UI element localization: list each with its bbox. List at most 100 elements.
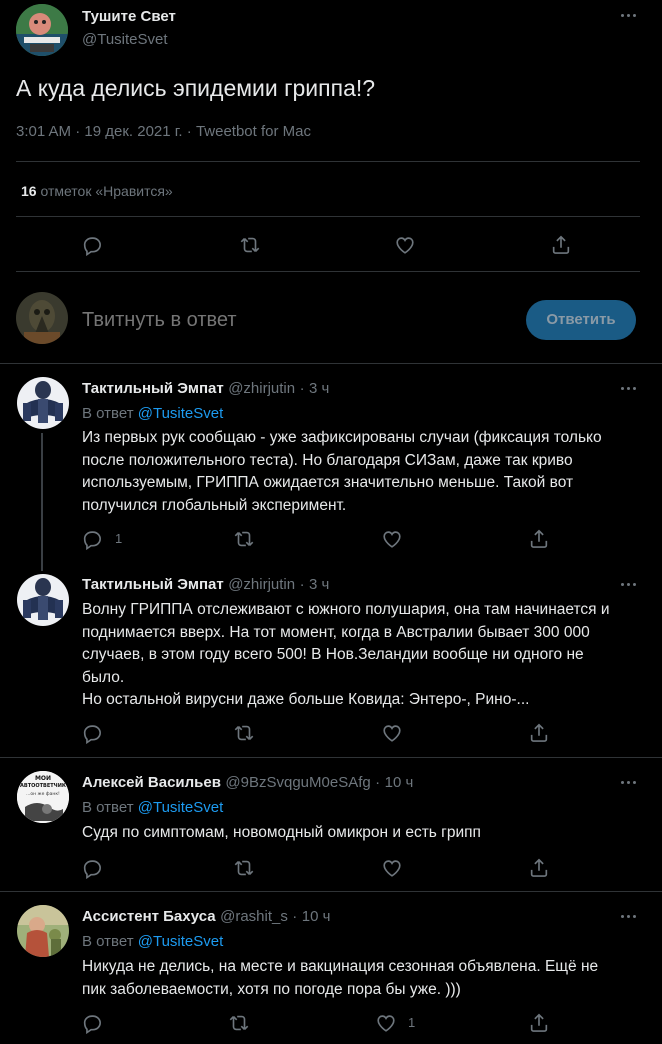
- likes-summary[interactable]: 16 отметок «Нравится»: [21, 183, 173, 199]
- reply-input[interactable]: [82, 303, 502, 337]
- replying-to-handle[interactable]: @TusiteSvet: [138, 405, 224, 422]
- reply-text: Из первых рук сообщаю - уже зафиксирован…: [82, 427, 647, 517]
- reply-icon[interactable]: [81, 857, 103, 879]
- reply-text-line: Волну ГРИППА отслеживают с южного полуша…: [82, 601, 610, 618]
- share-icon[interactable]: [528, 722, 550, 744]
- svg-text:...он же фанк!: ...он же фанк!: [26, 791, 60, 797]
- share-icon[interactable]: [550, 234, 572, 256]
- divider: [0, 363, 662, 364]
- more-icon[interactable]: [618, 909, 642, 925]
- thread-line: [41, 433, 43, 571]
- svg-text:МОИ: МОИ: [35, 775, 51, 782]
- reply-author-name[interactable]: Тактильный Эмпат: [82, 576, 224, 593]
- more-icon[interactable]: [618, 8, 642, 24]
- reply-author-avatar[interactable]: МОИ АВТООТВЕТЧИК ...он же фанк!: [17, 771, 69, 823]
- replying-to-label: В ответ: [82, 933, 134, 950]
- reply-time[interactable]: 3 ч: [309, 576, 329, 593]
- reply-icon[interactable]: [81, 722, 103, 744]
- tweet-meta: 3:01 AM · 19 дек. 2021 г. · Tweetbot for…: [16, 123, 311, 140]
- retweet-icon[interactable]: [233, 857, 255, 879]
- reply-text-line: получился глобальный эксперимент.: [82, 496, 347, 514]
- reply-count: 1: [115, 531, 123, 546]
- reply-text-line: Судя по симптомам, новомодный омикрон и …: [82, 824, 481, 841]
- reply-author-handle[interactable]: @rashit_s: [220, 908, 288, 925]
- like-count: 1: [408, 1015, 416, 1030]
- reply-text: Никуда не делись, на месте и вакцинация …: [82, 956, 647, 1001]
- reply-text-line: после положительного теста). Но благодар…: [82, 451, 573, 469]
- reply-icon[interactable]: [81, 1012, 103, 1034]
- reply-header: Тактильный Эмпат @zhirjutin · 3 ч: [82, 576, 329, 594]
- reply-author-name[interactable]: Ассистент Бахуса: [82, 908, 216, 925]
- reply-text-line: Но остальной вирусни даже больше Ковида:…: [82, 691, 530, 708]
- retweet-icon[interactable]: [233, 528, 255, 550]
- svg-text:АВТООТВЕТЧИК: АВТООТВЕТЧИК: [20, 783, 67, 789]
- tweet-time[interactable]: 3:01 AM: [16, 123, 71, 140]
- current-user-avatar[interactable]: [16, 292, 68, 344]
- reply-icon[interactable]: [81, 234, 103, 256]
- more-icon[interactable]: [618, 775, 642, 791]
- reply-header: Тактильный Эмпат @zhirjutin · 3 ч: [82, 380, 329, 398]
- retweet-icon[interactable]: [228, 1012, 250, 1034]
- divider: [16, 271, 640, 272]
- meta-separator: ·: [299, 576, 305, 593]
- reply-author-name[interactable]: Алексей Васильев: [82, 774, 221, 791]
- replying-to-label: В ответ: [82, 405, 134, 422]
- reply-author-avatar[interactable]: [17, 574, 69, 626]
- divider: [0, 891, 662, 892]
- divider: [0, 757, 662, 758]
- share-icon[interactable]: [528, 528, 550, 550]
- reply-text-line: Из первых рук сообщаю - уже зафиксирован…: [82, 429, 602, 446]
- reply-author-avatar[interactable]: [17, 377, 69, 429]
- meta-separator: ·: [299, 380, 305, 397]
- reply-button[interactable]: Ответить: [526, 300, 636, 340]
- like-icon[interactable]: [381, 857, 403, 879]
- reply-author-handle[interactable]: @9BzSvqguM0eSAfg: [225, 774, 370, 791]
- reply-author-handle[interactable]: @zhirjutin: [228, 576, 295, 593]
- reply-text-line: используемым, ГРИППА ожидается значитель…: [82, 474, 574, 491]
- like-icon[interactable]: [375, 1012, 397, 1034]
- reply-author-avatar[interactable]: [17, 905, 69, 957]
- meta-separator: ·: [375, 774, 381, 791]
- like-icon[interactable]: [381, 528, 403, 550]
- like-icon[interactable]: [381, 722, 403, 744]
- main-author-handle[interactable]: @TusiteSvet: [82, 31, 168, 48]
- retweet-icon[interactable]: [239, 234, 261, 256]
- replying-to-handle[interactable]: @TusiteSvet: [138, 933, 224, 950]
- meta-separator: ·: [186, 123, 192, 140]
- meta-separator: ·: [292, 908, 298, 925]
- reply-text-line: было.: [82, 668, 125, 686]
- more-icon[interactable]: [618, 577, 642, 593]
- tweet-date[interactable]: 19 дек. 2021 г.: [84, 123, 182, 140]
- reply-text: Волну ГРИППА отслеживают с южного полуша…: [82, 599, 647, 712]
- reply-text-line: случаев, в этом году всего 500! В Нов.Зе…: [82, 646, 584, 663]
- tweet-source[interactable]: Tweetbot for Mac: [196, 123, 311, 140]
- like-icon[interactable]: [394, 234, 416, 256]
- reply-time[interactable]: 10 ч: [385, 774, 414, 791]
- reply-text: Судя по симптомам, новомодный омикрон и …: [82, 822, 647, 845]
- divider: [16, 216, 640, 217]
- reply-text-line: поднимается вверх. На тот момент, когда …: [82, 623, 590, 641]
- replying-to: В ответ @TusiteSvet: [82, 799, 223, 816]
- likes-count: 16: [21, 183, 37, 199]
- reply-text-line: пик заболеваемости, хотя по погоде пора …: [82, 980, 461, 998]
- reply-icon[interactable]: [81, 528, 103, 550]
- main-author-name[interactable]: Тушите Свет: [82, 8, 176, 25]
- reply-text-line: Никуда не делись, на месте и вакцинация …: [82, 958, 599, 975]
- main-tweet-text: А куда делись эпидемии гриппа!?: [16, 75, 376, 101]
- retweet-icon[interactable]: [233, 722, 255, 744]
- share-icon[interactable]: [528, 1012, 550, 1034]
- meta-separator: ·: [75, 123, 81, 140]
- replying-to-handle[interactable]: @TusiteSvet: [138, 799, 224, 816]
- reply-time[interactable]: 3 ч: [309, 380, 329, 397]
- likes-label: отметок «Нравится»: [40, 183, 173, 199]
- main-author-avatar[interactable]: [16, 4, 68, 56]
- reply-time[interactable]: 10 ч: [302, 908, 331, 925]
- reply-author-name[interactable]: Тактильный Эмпат: [82, 380, 224, 397]
- reply-header: Алексей Васильев @9BzSvqguM0eSAfg · 10 ч: [82, 774, 413, 792]
- more-icon[interactable]: [618, 381, 642, 397]
- share-icon[interactable]: [528, 857, 550, 879]
- divider: [16, 161, 640, 162]
- reply-header: Ассистент Бахуса @rashit_s · 10 ч: [82, 908, 330, 926]
- reply-author-handle[interactable]: @zhirjutin: [228, 380, 295, 397]
- replying-to-label: В ответ: [82, 799, 134, 816]
